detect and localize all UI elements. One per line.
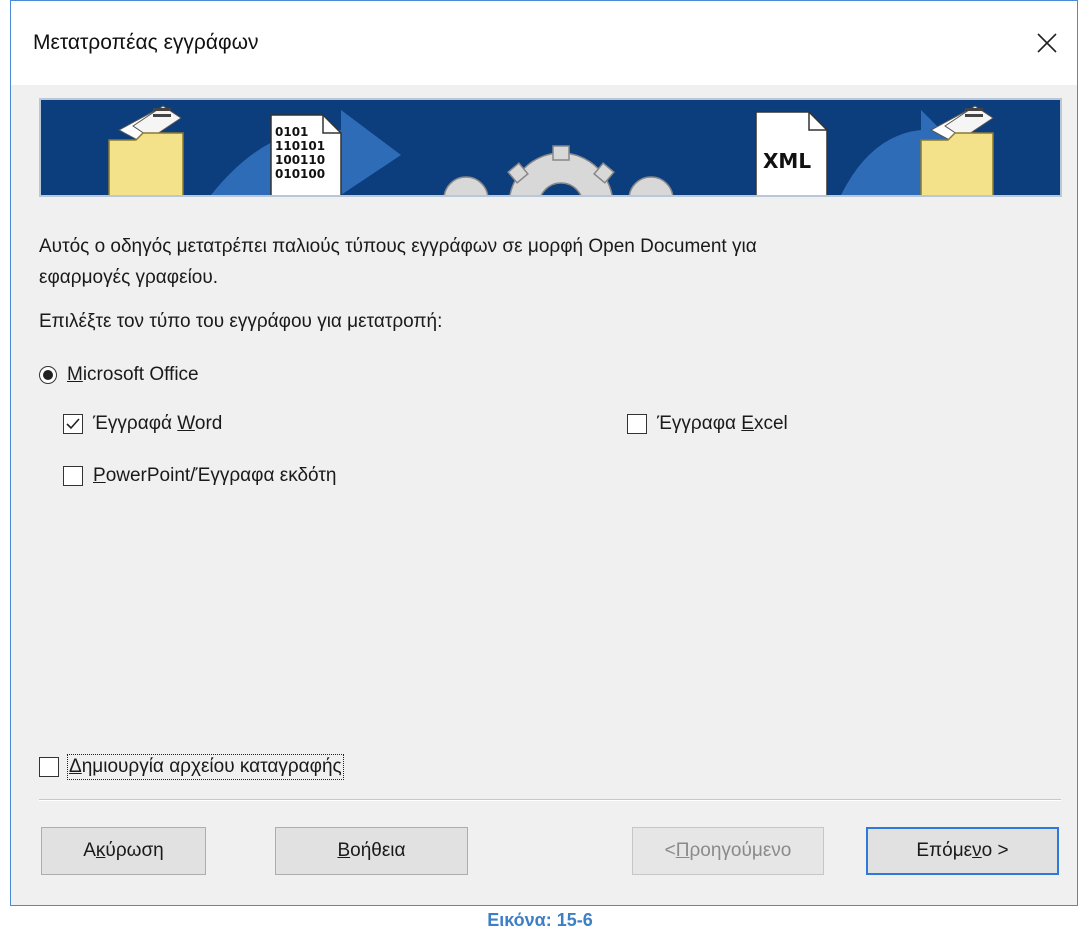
help-button[interactable]: Βοήθεια: [275, 827, 468, 875]
figure-caption: Εικόνα: 15-6: [487, 910, 593, 930]
title-bar: Μετατροπέας εγγράφων: [11, 1, 1077, 85]
help-button-label: Βοήθεια: [337, 840, 406, 861]
radio-selected-dot: [43, 370, 53, 380]
back-button[interactable]: <Προηγούμενο: [632, 827, 824, 875]
excel-documents-checkbox[interactable]: Έγγραφα Excel: [627, 413, 788, 435]
wizard-description: Αυτός ο οδηγός μετατρέπει παλιούς τύπους…: [39, 231, 1039, 293]
excel-documents-label: Έγγραφα Excel: [657, 413, 788, 434]
svg-text:XML: XML: [763, 149, 811, 173]
powerpoint-documents-label: PowerPoint/Έγγραφα εκδότη: [93, 465, 337, 486]
create-log-file-checkbox[interactable]: Δημιουργία αρχείου καταγραφής: [39, 754, 344, 780]
create-log-file-label: Δημιουργία αρχείου καταγραφής: [67, 754, 344, 780]
microsoft-office-radio[interactable]: Microsoft Office: [39, 364, 199, 386]
document-converter-dialog: Μετατροπέας εγγράφων 0101 110101 100110 …: [10, 0, 1078, 906]
back-button-label: <Προηγούμενο: [664, 840, 792, 861]
word-documents-checkbox[interactable]: Έγγραφά Word: [63, 413, 222, 435]
checkbox-icon[interactable]: [63, 466, 83, 486]
svg-text:010100: 010100: [275, 167, 325, 181]
dialog-title: Μετατροπέας εγγράφων: [33, 31, 259, 54]
powerpoint-documents-checkbox[interactable]: PowerPoint/Έγγραφα εκδότη: [63, 465, 336, 487]
description-line-2: εφαρμογές γραφείου.: [39, 267, 219, 288]
radio-button-icon[interactable]: [39, 366, 57, 384]
svg-text:100110: 100110: [275, 153, 325, 167]
xml-document-icon: XML: [755, 111, 828, 195]
cancel-button[interactable]: Ακύρωση: [41, 827, 206, 875]
checkbox-icon[interactable]: [63, 414, 83, 434]
checkbox-icon[interactable]: [627, 414, 647, 434]
close-icon: [1037, 33, 1057, 53]
checkmark-icon: [66, 418, 80, 430]
checkbox-icon[interactable]: [39, 757, 59, 777]
next-button-label: Επόμενο >: [916, 840, 1009, 861]
wizard-banner: 0101 110101 100110 010100 XML: [39, 98, 1062, 197]
microsoft-office-label: Microsoft Office: [67, 364, 199, 385]
svg-text:110101: 110101: [275, 139, 325, 153]
separator: [39, 799, 1061, 801]
cancel-button-label: Ακύρωση: [83, 840, 164, 861]
binary-document-icon: 0101 110101 100110 010100: [270, 114, 342, 195]
banner-graphic: 0101 110101 100110 010100 XML: [41, 100, 1060, 195]
svg-text:0101: 0101: [275, 125, 308, 139]
next-button[interactable]: Επόμενο >: [866, 827, 1059, 875]
description-line-1: Αυτός ο οδηγός μετατρέπει παλιούς τύπους…: [39, 236, 757, 257]
close-button[interactable]: [1017, 17, 1077, 69]
word-documents-label: Έγγραφά Word: [93, 413, 223, 434]
document-type-prompt: Επιλέξτε τον τύπο του εγγράφου για μετατ…: [39, 311, 443, 332]
